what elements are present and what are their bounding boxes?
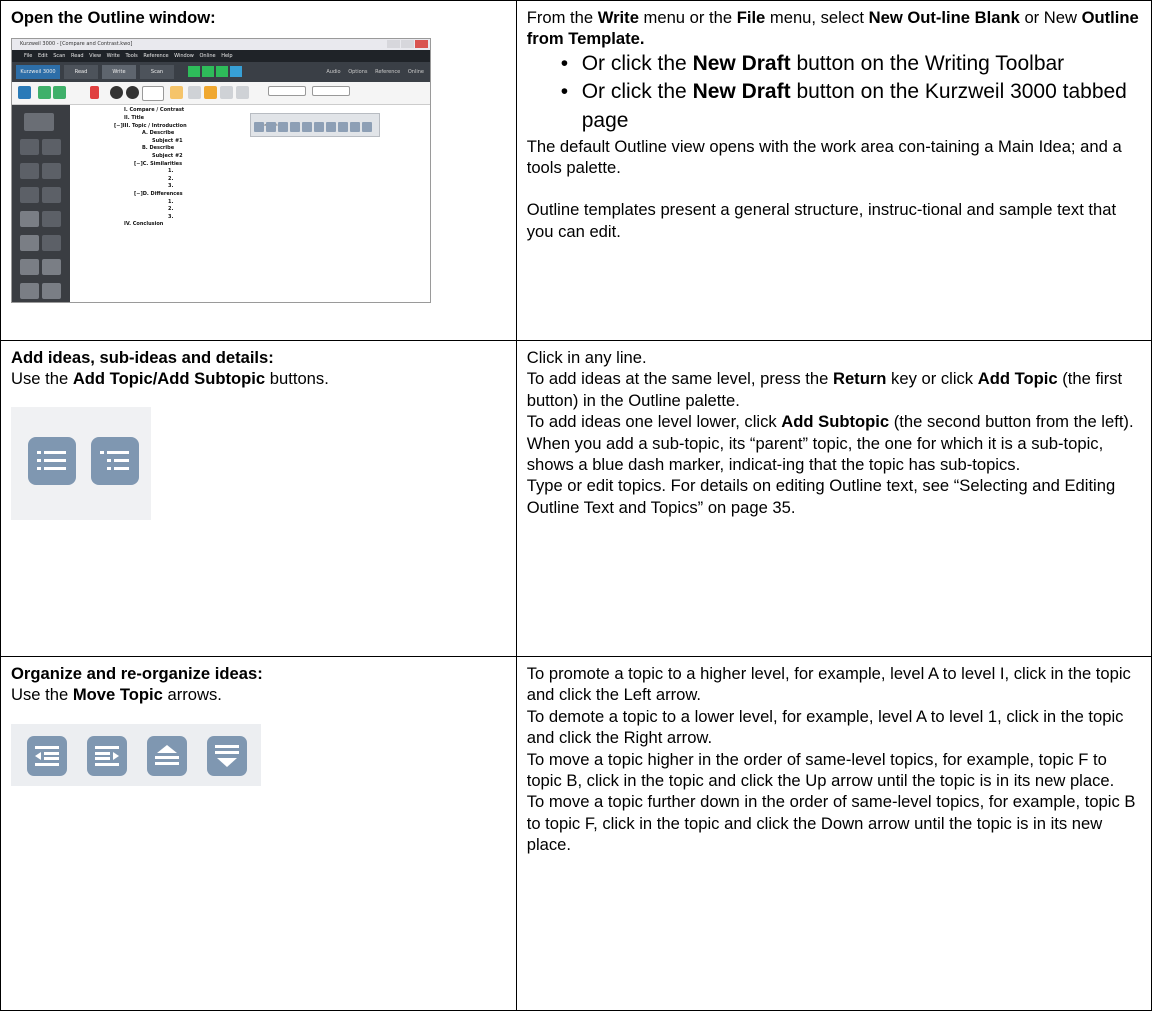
add-topic-icon xyxy=(28,436,76,485)
paragraph: To add ideas at the same level, press th… xyxy=(526,369,1123,410)
add-subtopic-icon xyxy=(91,436,139,485)
paragraph: From the Write menu or the File menu, se… xyxy=(526,8,1139,49)
list-item: • Or click the New Draft button on the Ku… xyxy=(560,80,1127,132)
paragraph: To move a topic further down in the orde… xyxy=(526,792,1136,855)
task-cell: Organize and re-organize ideas: Use the … xyxy=(0,656,517,1011)
task-heading: Add ideas, sub-ideas and details: xyxy=(11,348,274,367)
description-cell: To promote a topic to a higher level, fo… xyxy=(515,656,1153,1011)
table-row: Organize and re-organize ideas: Use the … xyxy=(0,656,1153,1011)
paragraph: When you add a sub-topic, its “parent” t… xyxy=(526,433,1104,475)
move-topic-buttons-image xyxy=(11,723,261,786)
paragraph: To demote a topic to a lower level, for … xyxy=(526,706,1124,748)
task-subtext: Use the Add Topic/Add Subtopic buttons. xyxy=(11,369,329,389)
outline-window-screenshot: Kurzweil 3000 - [Compare and Contrast.kw… xyxy=(11,38,431,304)
paragraph: To move a topic higher in the order of s… xyxy=(526,749,1115,791)
screenshot-toolbar xyxy=(12,82,430,106)
table-row: Open the Outline window: Kurzweil 3000 -… xyxy=(0,0,1153,341)
outline-text: I. Compare / Contrast II. Title [−]III. … xyxy=(114,107,187,228)
paragraph: The default Outline view opens with the … xyxy=(526,136,1122,177)
screenshot-titlebar: Kurzweil 3000 - [Compare and Contrast.kw… xyxy=(12,39,430,51)
move-left-icon xyxy=(27,735,67,776)
paragraph: Type or edit topics. For details on edit… xyxy=(526,476,1116,517)
paragraph: To add ideas one level lower, click Add … xyxy=(526,412,1134,432)
task-heading: Open the Outline window: xyxy=(11,8,216,27)
description-cell: Click in any line. To add ideas at the s… xyxy=(515,340,1153,657)
task-heading: Organize and re-organize ideas: xyxy=(11,664,263,683)
move-down-icon xyxy=(207,735,247,776)
description-cell: From the Write menu or the File menu, se… xyxy=(515,0,1153,341)
list-item: • Or click the New Draft button on the Wr… xyxy=(560,51,1065,75)
task-cell: Add ideas, sub-ideas and details: Use th… xyxy=(0,340,517,657)
task-cell: Open the Outline window: Kurzweil 3000 -… xyxy=(0,0,517,341)
paragraph: Outline templates present a general stru… xyxy=(526,200,1117,241)
paragraph: Click in any line. xyxy=(526,348,647,367)
task-subtext: Use the Move Topic arrows. xyxy=(11,685,222,705)
move-right-icon xyxy=(87,735,127,776)
screenshot-workarea: I. Compare / Contrast II. Title [−]III. … xyxy=(70,105,430,303)
bullet-list: • Or click the New Draft button on the Wr… xyxy=(527,50,1143,136)
screenshot-sidebar xyxy=(12,105,70,303)
instructions-table: Open the Outline window: Kurzweil 3000 -… xyxy=(0,0,1153,1011)
outline-palette: Outline Palette xyxy=(250,113,380,138)
move-up-icon xyxy=(147,735,187,776)
add-topic-buttons-image xyxy=(11,406,151,520)
table-row: Add ideas, sub-ideas and details: Use th… xyxy=(0,340,1153,657)
screenshot-tabbar: Kurzweil 3000 Read Write Scan Audio Opti… xyxy=(12,62,430,83)
screenshot-menubar: File Edit Scan Read View Write Tools Ref… xyxy=(12,50,430,63)
paragraph: To promote a topic to a higher level, fo… xyxy=(526,664,1131,705)
